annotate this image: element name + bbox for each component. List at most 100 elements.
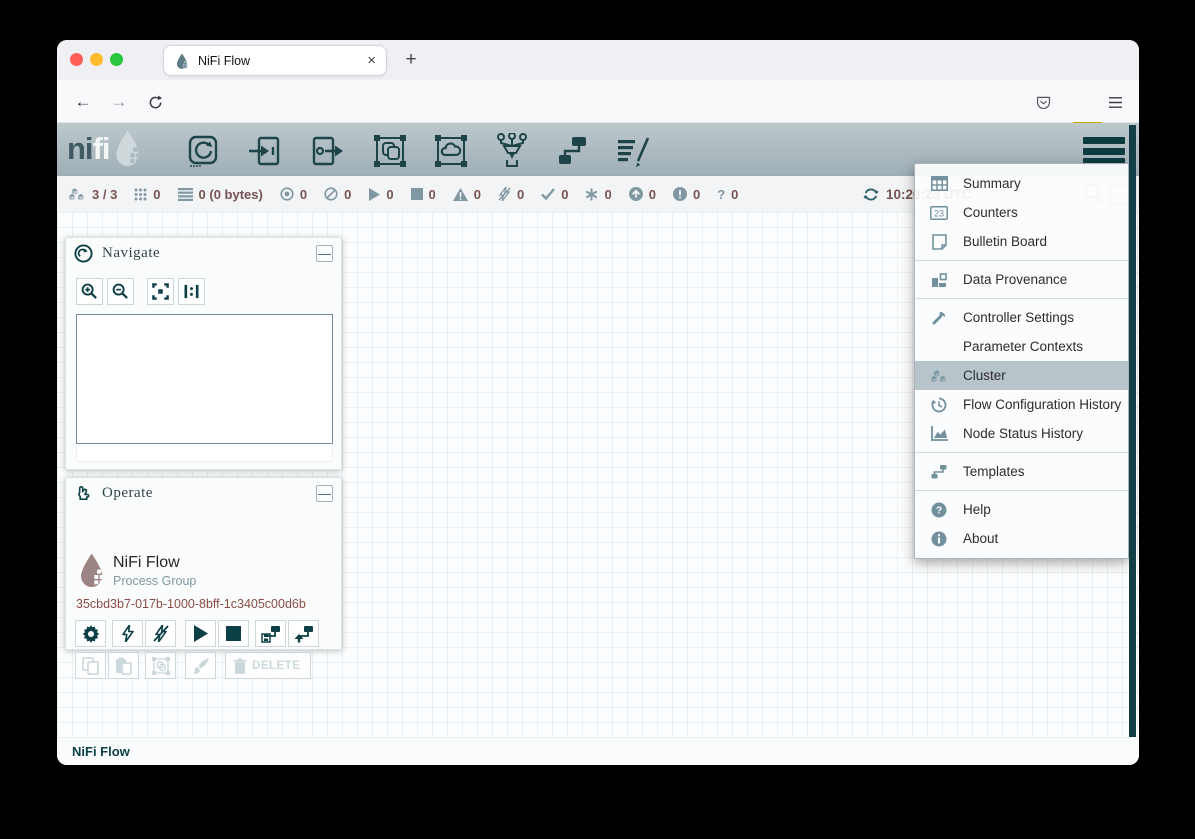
funnel-component-button[interactable]: [492, 132, 532, 170]
gear-icon: [82, 625, 100, 643]
fill-color-button[interactable]: [185, 652, 216, 679]
navigate-collapse-button[interactable]: —: [316, 245, 333, 262]
menu-divider: [915, 260, 1128, 261]
minimize-window-button[interactable]: [90, 53, 103, 66]
back-button[interactable]: ←: [69, 88, 97, 116]
locally-modified-status: 0: [585, 187, 611, 202]
selection-id[interactable]: 35cbd3b7-017b-1000-8bff-1c3405c00d6b: [76, 597, 306, 611]
summary-icon: [929, 176, 949, 191]
zoom-actual-size-button[interactable]: [178, 278, 205, 305]
input-port-component-button[interactable]: [245, 132, 285, 170]
disable-bolt-icon: [153, 625, 169, 642]
zoom-out-button[interactable]: [107, 278, 134, 305]
start-play-icon: [193, 625, 208, 642]
reload-button[interactable]: [141, 88, 169, 116]
stop-button[interactable]: [218, 620, 249, 647]
menu-item-summary[interactable]: Summary: [915, 169, 1128, 198]
modified-stale-bang-icon: [673, 187, 687, 201]
processor-component-button[interactable]: [183, 132, 223, 170]
close-window-button[interactable]: [70, 53, 83, 66]
sync-failure-status: ? 0: [717, 187, 738, 202]
operate-panel-title: Operate: [102, 485, 316, 502]
new-tab-button[interactable]: +: [397, 46, 425, 74]
output-port-icon: [310, 134, 344, 168]
queued-status: 0 (0 bytes): [178, 187, 263, 202]
process-group-drop-icon: [77, 551, 109, 591]
menu-item-about[interactable]: About: [915, 524, 1128, 553]
vertical-scrollbar[interactable]: [1129, 125, 1136, 737]
locally-modified-and-stale-status: 0: [673, 187, 700, 202]
stopped-status: 0: [411, 187, 436, 202]
browser-tab[interactable]: NiFi Flow ×: [163, 45, 387, 76]
up-to-date-status: 0: [541, 187, 568, 202]
paste-icon: [115, 657, 132, 675]
template-component-button[interactable]: [553, 132, 593, 170]
invalid-status: 0: [453, 187, 481, 202]
refresh-icon[interactable]: [863, 187, 879, 202]
group-button[interactable]: [145, 652, 176, 679]
disabled-status: 0: [498, 187, 524, 202]
delete-button[interactable]: DELETE: [225, 652, 311, 679]
operate-panel-header[interactable]: Operate —: [66, 478, 341, 508]
tab-strip: NiFi Flow × +: [57, 40, 1139, 80]
funnel-icon: [495, 133, 529, 169]
svg-text:23: 23: [934, 208, 944, 218]
active-threads-status: 0: [134, 187, 160, 202]
operate-panel: Operate — NiFi Flow Process Group 35cbd3…: [65, 477, 342, 650]
browser-menu-button[interactable]: [1101, 88, 1129, 116]
zoom-in-button[interactable]: [76, 278, 103, 305]
remote-process-group-component-button[interactable]: [431, 132, 471, 170]
copy-button[interactable]: [75, 652, 106, 679]
label-component-button[interactable]: [614, 132, 654, 170]
up-to-date-check-icon: [541, 188, 555, 200]
menu-item-counters[interactable]: 23 Counters: [915, 198, 1128, 227]
start-button[interactable]: [185, 620, 216, 647]
group-icon: [152, 657, 170, 675]
navigate-panel-header[interactable]: Navigate —: [66, 238, 341, 268]
running-play-icon: [368, 188, 380, 201]
paste-button[interactable]: [108, 652, 139, 679]
stop-square-icon: [226, 626, 241, 641]
reload-icon: [148, 95, 163, 110]
output-port-component-button[interactable]: [307, 132, 347, 170]
remote-process-group-icon: [434, 134, 468, 168]
create-template-button[interactable]: [255, 620, 286, 647]
forward-button[interactable]: →: [105, 88, 133, 116]
breadcrumb-current[interactable]: NiFi Flow: [72, 744, 130, 759]
zoom-window-button[interactable]: [110, 53, 123, 66]
pocket-icon: [1035, 94, 1052, 111]
operate-collapse-button[interactable]: —: [316, 485, 333, 502]
processor-icon: [186, 134, 220, 168]
zoom-fit-icon: [152, 283, 169, 300]
process-group-component-button[interactable]: [370, 132, 410, 170]
copy-icon: [82, 657, 99, 675]
global-menu-button[interactable]: [1083, 137, 1125, 165]
configure-button[interactable]: [75, 620, 106, 647]
queued-list-icon: [178, 188, 193, 201]
menu-item-data-provenance[interactable]: Data Provenance: [915, 265, 1128, 294]
menu-item-flow-configuration-history[interactable]: Flow Configuration History: [915, 390, 1128, 419]
pocket-button[interactable]: [1029, 88, 1057, 116]
delete-button-label: DELETE: [252, 660, 300, 672]
zoom-fit-button[interactable]: [147, 278, 174, 305]
tab-close-icon[interactable]: ×: [367, 52, 376, 69]
birdseye-minimap[interactable]: [76, 314, 333, 444]
menu-item-templates[interactable]: Templates: [915, 457, 1128, 486]
connected-nodes-status: 3 / 3: [69, 187, 117, 202]
nifi-favicon: [174, 53, 190, 69]
threads-icon: [134, 188, 147, 201]
template-icon: [556, 134, 590, 168]
enable-button[interactable]: [112, 620, 143, 647]
menu-item-cluster[interactable]: Cluster: [915, 361, 1128, 390]
label-icon: [616, 134, 652, 168]
input-port-icon: [248, 134, 282, 168]
menu-item-node-status-history[interactable]: Node Status History: [915, 419, 1128, 448]
upload-template-button[interactable]: [288, 620, 319, 647]
minimap-footer: [76, 446, 333, 462]
menu-item-bulletin-board[interactable]: Bulletin Board: [915, 227, 1128, 256]
disable-button[interactable]: [145, 620, 176, 647]
menu-item-help[interactable]: ? Help: [915, 495, 1128, 524]
menu-item-parameter-contexts[interactable]: Parameter Contexts: [915, 332, 1128, 361]
menu-item-controller-settings[interactable]: Controller Settings: [915, 303, 1128, 332]
process-group-icon: [373, 134, 407, 168]
